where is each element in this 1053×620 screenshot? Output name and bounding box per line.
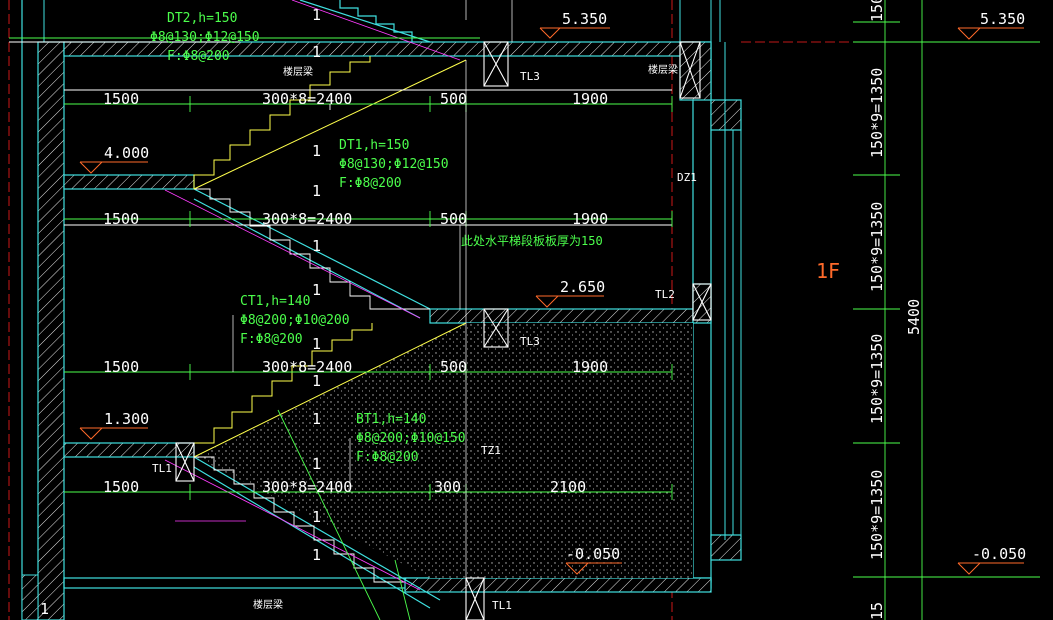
column-label-dz1: DZ1	[677, 171, 697, 184]
elevation-mid-landing: 2.650	[560, 278, 605, 296]
beam-label-tl1-bottom: TL1	[492, 599, 512, 612]
vdim-seg-1: 150*9=1350	[868, 68, 886, 158]
step-mark: 1	[312, 372, 321, 390]
vdim-total: 5400	[905, 299, 923, 335]
flight-ct1-f: F:Φ8@200	[240, 332, 303, 347]
dim-row2-b: 300*8=2400	[262, 210, 352, 228]
floor-beam-label-top: 楼层梁	[283, 65, 313, 78]
dim-row2-d: 1900	[572, 210, 608, 228]
dim-row3-c: 500	[440, 358, 467, 376]
step-mark: 1	[312, 281, 321, 299]
floor-beam-label-bottom: 楼层梁	[253, 598, 283, 611]
step-mark: 1	[312, 455, 321, 473]
flight-bt1-rebar: Φ8@200;Φ10@150	[356, 431, 466, 446]
elevation-right-ground: -0.050	[972, 545, 1026, 563]
dim-row2-a: 1500	[103, 210, 139, 228]
vdim-top-partial: 150	[868, 0, 886, 22]
beam-label-tl1-left: TL1	[152, 462, 172, 475]
flight-dt1-rebar: Φ8@130;Φ12@150	[339, 157, 449, 172]
dim-row3-a: 1500	[103, 358, 139, 376]
vdim-bottom-partial: 15	[868, 602, 886, 620]
dim-row4-b: 300*8=2400	[262, 478, 352, 496]
elevation-lower-landing: 1.300	[104, 410, 149, 428]
step-mark: 1	[312, 546, 321, 564]
step-mark: 1	[312, 237, 321, 255]
vdim-seg-3: 150*9=1350	[868, 334, 886, 424]
vdim-seg-4: 150*9=1350	[868, 470, 886, 560]
floor-level-label: 1F	[816, 259, 840, 283]
step-mark: 1	[312, 142, 321, 160]
dim-row1-d: 1900	[572, 90, 608, 108]
elevation-right-top: 5.350	[980, 10, 1025, 28]
slab-thickness-note: 此处水平梯段板板厚为150	[461, 233, 603, 248]
step-mark: 1	[40, 600, 49, 618]
step-mark: 1	[312, 410, 321, 428]
dim-row1-b: 300*8=2400	[262, 90, 352, 108]
flight-dt2-name: DT2,h=150	[167, 11, 237, 26]
stair-section-drawing: 5.350 4.000 2.650 1.300 -0.050 5.350 -0.…	[8, 0, 1040, 620]
dim-row4-d: 2100	[550, 478, 586, 496]
column-label-tz1: TZ1	[481, 444, 501, 457]
flight-dt1-f: F:Φ8@200	[339, 176, 402, 191]
dim-row1-c: 500	[440, 90, 467, 108]
flight-ct1-name: CT1,h=140	[240, 294, 310, 309]
beam-label-tl3-mid: TL3	[520, 335, 540, 348]
step-mark: 1	[312, 43, 321, 61]
dim-row4-a: 1500	[103, 478, 139, 496]
beam-label-tl3-top: TL3	[520, 70, 540, 83]
flight-bt1-name: BT1,h=140	[356, 412, 426, 427]
landings	[21, 41, 712, 620]
flight-dt2-f: F:Φ8@200	[167, 49, 230, 64]
dim-row4-c: 300	[434, 478, 461, 496]
step-mark: 1	[312, 6, 321, 24]
flight-ct1-rebar: Φ8@200;Φ10@200	[240, 313, 350, 328]
elevation-ground: -0.050	[566, 545, 620, 563]
flight-dt1-name: DT1,h=150	[339, 138, 409, 153]
elevation-upper-landing: 4.000	[104, 144, 149, 162]
step-mark: 1	[312, 335, 321, 353]
elevation-top: 5.350	[562, 10, 607, 28]
vdim-seg-2: 150*9=1350	[868, 202, 886, 292]
dim-row3-d: 1900	[572, 358, 608, 376]
step-mark: 1	[312, 508, 321, 526]
dim-row2-c: 500	[440, 210, 467, 228]
dim-row3-b: 300*8=2400	[262, 358, 352, 376]
floor-beam-label-right: 楼层梁	[648, 63, 678, 76]
flight-bt1-f: F:Φ8@200	[356, 450, 419, 465]
beam-label-tl2: TL2	[655, 288, 675, 301]
flight-dt2-rebar: Φ8@130;Φ12@150	[150, 30, 260, 45]
left-wall	[8, 0, 65, 620]
step-mark: 1	[312, 182, 321, 200]
dim-row1-a: 1500	[103, 90, 139, 108]
